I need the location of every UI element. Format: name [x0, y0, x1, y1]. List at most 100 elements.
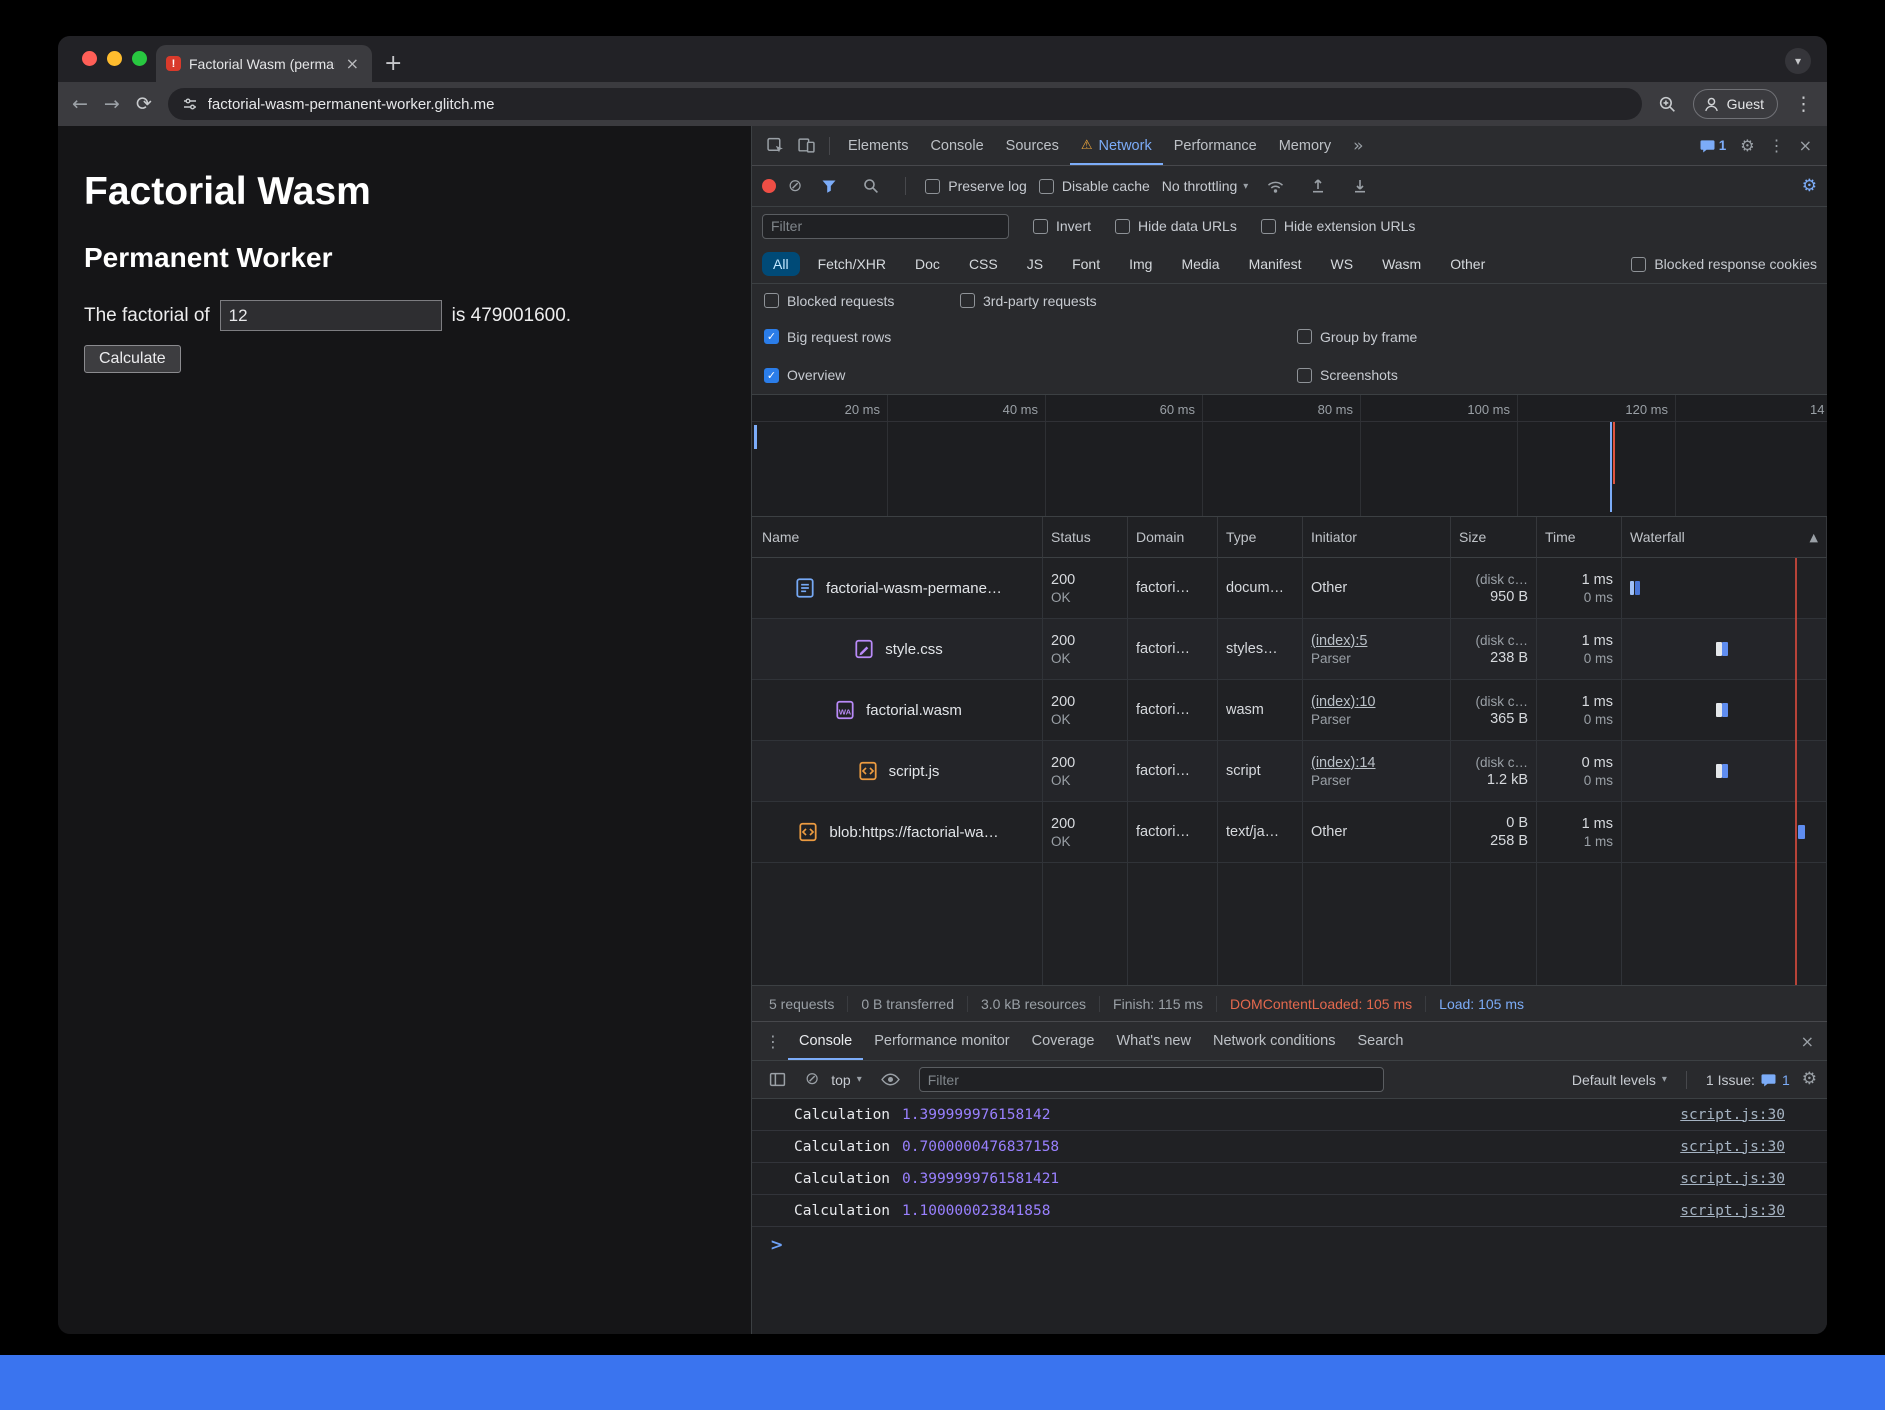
screenshots-checkbox[interactable]: Screenshots	[1297, 367, 1398, 383]
network-request-row[interactable]: blob:https://factorial-wa… 200OK factori…	[752, 802, 1827, 863]
browser-tab[interactable]: ! Factorial Wasm (permanent W ×	[156, 45, 372, 82]
third-party-requests-checkbox[interactable]: 3rd-party requests	[960, 293, 1097, 309]
browser-menu-icon[interactable]: ⋮	[1794, 95, 1813, 114]
minimize-window-button[interactable]	[107, 51, 122, 66]
chip-manifest[interactable]: Manifest	[1238, 252, 1313, 276]
forward-icon[interactable]: →	[104, 95, 120, 114]
device-toolbar-icon[interactable]	[791, 137, 822, 154]
chip-fetch-xhr[interactable]: Fetch/XHR	[807, 252, 897, 276]
hide-extension-urls-checkbox[interactable]: Hide extension URLs	[1261, 218, 1416, 234]
chip-all[interactable]: All	[762, 252, 800, 276]
network-request-row[interactable]: style.css 200OK factori… styles… (index)…	[752, 619, 1827, 680]
back-icon[interactable]: ←	[72, 95, 88, 114]
site-settings-icon[interactable]	[182, 96, 198, 112]
column-header-domain[interactable]: Domain	[1128, 517, 1218, 558]
more-tabs-icon[interactable]: »	[1342, 126, 1374, 165]
tab-network[interactable]: ⚠ Network	[1070, 126, 1163, 165]
drawer-menu-icon[interactable]: ⋮	[758, 1032, 788, 1051]
reload-icon[interactable]: ⟳	[136, 95, 152, 114]
close-window-button[interactable]	[82, 51, 97, 66]
devtools-close-icon[interactable]: ×	[1792, 136, 1819, 155]
network-request-row[interactable]: factorial-wasm-permane… 200OK factori… d…	[752, 558, 1827, 619]
hide-data-urls-checkbox[interactable]: Hide data URLs	[1115, 218, 1237, 234]
tab-performance[interactable]: Performance	[1163, 126, 1268, 165]
column-header-waterfall[interactable]: Waterfall ▲	[1622, 517, 1827, 558]
column-header-type[interactable]: Type	[1218, 517, 1303, 558]
tab-elements[interactable]: Elements	[837, 126, 919, 165]
column-header-size[interactable]: Size	[1451, 517, 1537, 558]
network-filter-input[interactable]	[762, 214, 1009, 239]
blocked-requests-checkbox[interactable]: Blocked requests	[764, 293, 960, 309]
console-prompt[interactable]: >	[752, 1227, 1827, 1254]
drawer-tab-whats-new[interactable]: What's new	[1105, 1022, 1202, 1060]
record-icon[interactable]	[762, 179, 776, 193]
console-sidebar-icon[interactable]	[762, 1071, 793, 1088]
drawer-tab-network-conditions[interactable]: Network conditions	[1202, 1022, 1347, 1060]
chip-js[interactable]: JS	[1016, 252, 1054, 276]
chip-img[interactable]: Img	[1118, 252, 1163, 276]
drawer-tab-coverage[interactable]: Coverage	[1021, 1022, 1106, 1060]
drawer-tab-console[interactable]: Console	[788, 1022, 863, 1060]
issues-counter[interactable]: 1 Issue: 1	[1706, 1072, 1790, 1088]
clear-icon[interactable]: ⊘	[788, 178, 802, 195]
log-levels-select[interactable]: Default levels ▾	[1572, 1072, 1667, 1088]
new-tab-button[interactable]: +	[384, 53, 402, 75]
chip-doc[interactable]: Doc	[904, 252, 951, 276]
overview-checkbox[interactable]: ✓ Overview	[764, 367, 1297, 383]
chip-wasm[interactable]: Wasm	[1371, 252, 1432, 276]
import-har-icon[interactable]	[1303, 178, 1333, 194]
throttling-select[interactable]: No throttling ▾	[1162, 178, 1249, 194]
tab-sources[interactable]: Sources	[995, 126, 1070, 165]
eye-icon[interactable]	[874, 1073, 907, 1086]
factorial-input[interactable]	[220, 300, 442, 331]
column-header-name[interactable]: Name	[752, 517, 1043, 558]
chip-media[interactable]: Media	[1170, 252, 1230, 276]
chip-css[interactable]: CSS	[958, 252, 1009, 276]
chip-ws[interactable]: WS	[1320, 252, 1365, 276]
source-link[interactable]: script.js:30	[1680, 1139, 1785, 1155]
console-settings-gear-icon[interactable]: ⚙	[1802, 1071, 1817, 1088]
source-link[interactable]: script.js:30	[1680, 1203, 1785, 1219]
initiator-link[interactable]: (index):14	[1311, 755, 1442, 771]
source-link[interactable]: script.js:30	[1680, 1107, 1785, 1123]
devtools-settings-gear-icon[interactable]: ⚙	[1733, 136, 1761, 155]
tab-close-icon[interactable]: ×	[343, 55, 362, 73]
address-bar[interactable]: factorial-wasm-permanent-worker.glitch.m…	[168, 88, 1642, 120]
drawer-close-icon[interactable]: ×	[1794, 1032, 1821, 1051]
column-header-status[interactable]: Status	[1043, 517, 1128, 558]
export-har-icon[interactable]	[1345, 178, 1375, 194]
maximize-window-button[interactable]	[132, 51, 147, 66]
console-clear-icon[interactable]: ⊘	[805, 1071, 819, 1088]
big-request-rows-checkbox[interactable]: ✓ Big request rows	[764, 329, 1297, 345]
console-filter-input[interactable]	[919, 1067, 1384, 1092]
invert-checkbox[interactable]: Invert	[1033, 218, 1091, 234]
context-select[interactable]: top ▾	[831, 1072, 862, 1088]
calculate-button[interactable]: Calculate	[84, 345, 181, 373]
blocked-response-cookies-checkbox[interactable]: Blocked response cookies	[1631, 256, 1817, 272]
tab-memory[interactable]: Memory	[1268, 126, 1342, 165]
inspect-icon[interactable]	[760, 137, 791, 154]
tab-search-chevron-icon[interactable]: ▾	[1785, 48, 1811, 74]
filter-funnel-icon[interactable]	[814, 179, 844, 194]
source-link[interactable]: script.js:30	[1680, 1171, 1785, 1187]
initiator-link[interactable]: (index):10	[1311, 694, 1442, 710]
network-conditions-icon[interactable]	[1260, 179, 1291, 194]
chip-font[interactable]: Font	[1061, 252, 1111, 276]
drawer-tab-search[interactable]: Search	[1346, 1022, 1414, 1060]
zoom-icon[interactable]	[1658, 95, 1677, 114]
network-request-row[interactable]: WA factorial.wasm 200OK factori… wasm (i…	[752, 680, 1827, 741]
devtools-menu-icon[interactable]: ⋮	[1762, 136, 1792, 155]
group-by-frame-checkbox[interactable]: Group by frame	[1297, 329, 1417, 345]
issues-indicator[interactable]: 1	[1693, 138, 1734, 153]
disable-cache-checkbox[interactable]: Disable cache	[1039, 178, 1150, 194]
column-header-initiator[interactable]: Initiator	[1303, 517, 1451, 558]
column-header-time[interactable]: Time	[1537, 517, 1622, 558]
preserve-log-checkbox[interactable]: Preserve log	[925, 178, 1027, 194]
profile-button[interactable]: Guest	[1693, 89, 1778, 119]
search-icon[interactable]	[856, 178, 886, 194]
network-settings-gear-icon[interactable]: ⚙	[1802, 178, 1817, 195]
network-overview-timeline[interactable]: 20 ms 40 ms 60 ms 80 ms 100 ms 120 ms 14	[752, 395, 1827, 517]
drawer-tab-performance-monitor[interactable]: Performance monitor	[863, 1022, 1020, 1060]
initiator-link[interactable]: (index):5	[1311, 633, 1442, 649]
network-request-row[interactable]: script.js 200OK factori… script (index):…	[752, 741, 1827, 802]
